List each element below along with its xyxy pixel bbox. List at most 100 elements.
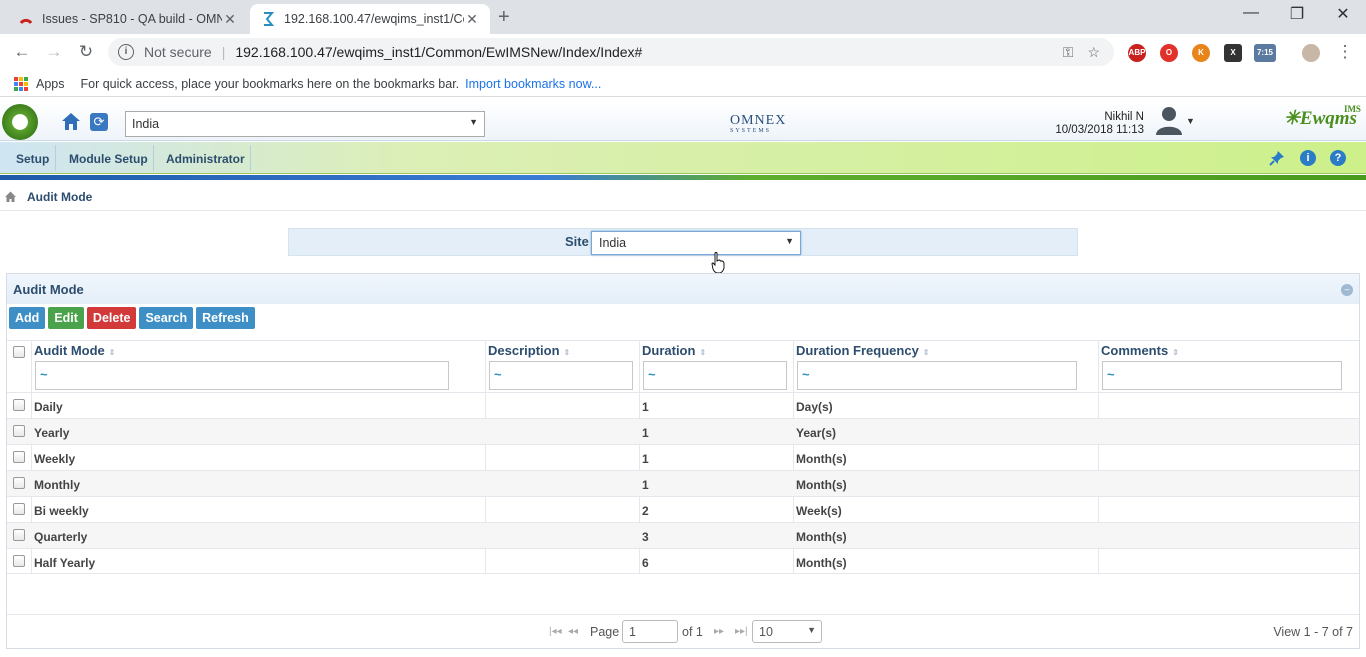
brand-sub: SYSTEMS [730,128,772,134]
minimize-window-icon[interactable]: — [1228,4,1274,22]
rows-per-page-value: 10 [759,625,773,639]
first-page-icon[interactable]: |◂◂ [549,626,562,637]
table-row[interactable]: Weekly 1 Month(s) [7,444,1359,470]
url-text[interactable]: 192.168.100.47/ewqims_inst1/Common/EwIMS… [235,44,1062,60]
menu-divider [153,145,154,171]
table-row[interactable]: Daily 1 Day(s) [7,392,1359,418]
new-tab-button[interactable]: + [498,6,510,29]
key-icon[interactable]: ⚿ [1063,44,1074,61]
table-row[interactable]: Half Yearly 6 Month(s) [7,548,1359,574]
search-button[interactable]: Search [139,307,194,329]
main-menu-bar: Setup Module Setup Administrator i ? [0,142,1366,174]
menu-module-setup[interactable]: Module Setup [69,152,148,166]
grid-header: Audit Mode ⇕ Description ⇕ Duration ⇕ Durat… [7,340,1359,392]
add-button[interactable]: Add [9,307,46,329]
maximize-window-icon[interactable]: ❐ [1274,4,1320,24]
header-stripe [0,175,1366,180]
breadcrumb-home-icon[interactable] [4,190,17,203]
import-bookmarks-link[interactable]: Import bookmarks now... [465,77,601,91]
key-extension-icon[interactable]: K [1192,44,1210,62]
cell-audit-mode: Daily [34,400,63,414]
ewqms-logo: ✳Ewqms IMS [1284,104,1361,130]
close-window-icon[interactable]: ✕ [1320,4,1366,24]
bookmarks-hint: For quick access, place your bookmarks h… [80,76,460,91]
adblock-extension-icon[interactable]: ABP [1128,44,1146,62]
cell-frequency: Month(s) [796,530,847,544]
table-row[interactable]: Quarterly 3 Month(s) [7,522,1359,548]
x-extension-icon[interactable]: X [1224,44,1242,62]
row-checkbox[interactable] [13,399,25,411]
profile-avatar-icon[interactable] [1302,44,1320,62]
sort-icon: ⇕ [699,348,707,357]
table-row[interactable]: Monthly 1 Month(s) [7,470,1359,496]
address-bar[interactable]: i Not secure | 192.168.100.47/ewqims_ins… [108,38,1114,66]
filter-audit-mode-input[interactable]: ~ [35,361,449,390]
collapse-icon[interactable]: – [1341,284,1353,296]
back-icon[interactable]: ← [11,42,33,62]
column-description[interactable]: Description ⇕ [488,343,570,358]
page-number-input[interactable]: 1 [622,620,678,643]
filter-comments-input[interactable]: ~ [1102,361,1342,390]
app-logo[interactable] [2,104,38,140]
delete-button[interactable]: Delete [86,307,137,329]
row-checkbox[interactable] [13,451,25,463]
user-info: Nikhil N 10/03/2018 11:13 [1055,111,1144,137]
forward-icon[interactable]: → [43,42,65,62]
asterisk-logo-icon: ✳ [1284,108,1300,129]
select-all-checkbox[interactable] [13,346,25,358]
column-label: Comments [1101,343,1169,358]
refresh-button[interactable]: Refresh [196,307,255,329]
site-info-icon[interactable]: i [118,44,134,60]
apps-link[interactable]: Apps [36,77,65,91]
user-avatar-icon[interactable] [1155,105,1183,135]
column-duration[interactable]: Duration ⇕ [642,343,706,358]
row-checkbox[interactable] [13,425,25,437]
rows-per-page-select[interactable]: 10 ▼ [752,620,822,643]
browser-tab-issues[interactable]: Issues - SP810 - QA build - OMN ✕ [8,4,248,34]
browser-toolbar: ← → ↻ i Not secure | 192.168.100.47/ewqi… [0,34,1366,71]
home-icon[interactable] [60,110,82,132]
divider: | [221,44,226,60]
cell-frequency: Year(s) [796,426,837,440]
filter-frequency-input[interactable]: ~ [797,361,1077,390]
browser-tab-ewqims[interactable]: 192.168.100.47/ewqims_inst1/Co ✕ [250,4,490,34]
column-duration-frequency[interactable]: Duration Frequency ⇕ [796,343,930,358]
help-icon[interactable]: ? [1330,150,1346,166]
close-tab-icon[interactable]: ✕ [222,11,238,28]
cell-duration: 1 [642,400,649,414]
filter-duration-input[interactable]: ~ [643,361,787,390]
filter-description-input[interactable]: ~ [489,361,633,390]
pin-icon[interactable] [1269,150,1285,166]
site-select[interactable]: India ▼ [591,231,801,255]
table-row[interactable]: Yearly 1 Year(s) [7,418,1359,444]
reload-icon[interactable]: ↻ [75,42,97,62]
row-checkbox[interactable] [13,529,25,541]
column-label: Audit Mode [34,343,105,358]
brand-name: OMNEX [730,113,787,128]
last-page-icon[interactable]: ▸▸| [735,626,748,637]
apps-grid-icon[interactable] [14,76,28,91]
close-tab-icon[interactable]: ✕ [464,11,480,28]
column-comments[interactable]: Comments ⇕ [1101,343,1179,358]
opera-extension-icon[interactable]: O [1160,44,1178,62]
edit-button[interactable]: Edit [48,307,84,329]
row-checkbox[interactable] [13,555,25,567]
next-page-icon[interactable]: ▸▸ [714,626,724,637]
breadcrumb-current: Audit Mode [27,189,93,204]
table-row[interactable]: Bi weekly 2 Week(s) [7,496,1359,522]
sort-icon: ⇕ [563,348,571,357]
timer-extension-icon[interactable]: 7:15 [1254,44,1276,62]
browser-menu-icon[interactable]: ⋮ [1334,42,1356,62]
row-checkbox[interactable] [13,503,25,515]
prev-page-icon[interactable]: ◂◂ [568,626,578,637]
row-checkbox[interactable] [13,477,25,489]
bookmark-star-icon[interactable]: ☆ [1087,44,1100,61]
menu-setup[interactable]: Setup [16,152,49,166]
info-icon[interactable]: i [1300,150,1316,166]
column-audit-mode[interactable]: Audit Mode ⇕ [34,343,115,358]
refresh-icon[interactable]: ⟳ [90,113,108,131]
chevron-down-icon: ▼ [807,625,816,635]
user-menu-caret-icon[interactable]: ▼ [1186,116,1195,126]
menu-administrator[interactable]: Administrator [166,152,245,166]
header-site-select[interactable]: India ▼ [125,111,485,137]
